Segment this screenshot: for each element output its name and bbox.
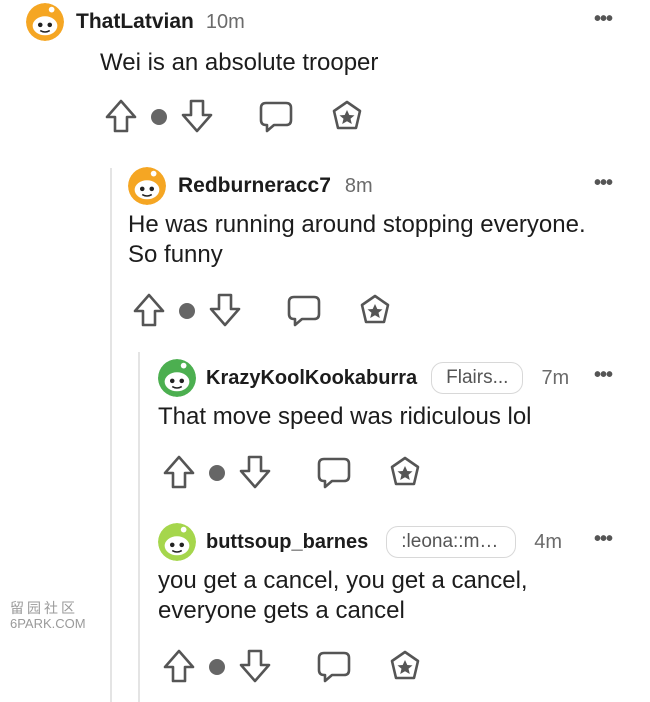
username[interactable]: ThatLatvian [76, 10, 194, 34]
vote-dot-icon [150, 108, 168, 126]
vote-dot-icon [208, 658, 226, 676]
more-options-icon[interactable]: ••• [594, 172, 613, 195]
more-options-icon[interactable]: ••• [594, 528, 613, 551]
reply-bubble-icon[interactable] [286, 294, 322, 328]
comment-header: buttsoup_barnes :leona::mo... 4m [158, 522, 562, 562]
snoo-avatar-icon [128, 167, 166, 205]
avatar[interactable] [158, 359, 196, 397]
comment-text-line: So funny [128, 241, 223, 268]
avatar[interactable] [26, 3, 64, 41]
snoo-avatar-icon [158, 523, 196, 561]
username[interactable]: KrazyKoolKookaburra [206, 367, 417, 390]
comment-1: ThatLatvian 10m ••• Wei is an absolute t… [26, 2, 626, 152]
upvote-arrow-icon[interactable] [162, 454, 196, 490]
more-options-icon[interactable]: ••• [594, 364, 613, 387]
upvote-arrow-icon[interactable] [132, 292, 166, 328]
comment-text-line: That move speed was ridiculous lol [158, 403, 532, 430]
timestamp: 4m [534, 530, 563, 553]
watermark-text: 6PARK.COM [10, 616, 86, 631]
downvote-arrow-icon[interactable] [180, 98, 214, 134]
comment-actions [104, 98, 404, 138]
award-star-icon[interactable] [330, 100, 364, 134]
comment-header: ThatLatvian 10m [26, 2, 245, 42]
watermark: 留园社区 6PARK.COM [10, 600, 86, 632]
username[interactable]: Redburneracc7 [178, 174, 331, 198]
comment-body: Wei is an absolute trooper [100, 48, 620, 78]
comment-header: Redburneracc7 8m [128, 166, 373, 206]
comment-header: KrazyKoolKookaburra Flairs... 7m [158, 358, 569, 398]
username[interactable]: buttsoup_barnes [206, 531, 368, 554]
timestamp: 8m [344, 174, 373, 197]
downvote-arrow-icon[interactable] [238, 454, 272, 490]
comment-2: Redburneracc7 8m ••• He was running arou… [128, 166, 628, 346]
award-star-icon[interactable] [388, 456, 422, 490]
downvote-arrow-icon[interactable] [208, 292, 242, 328]
reply-bubble-icon[interactable] [316, 456, 352, 490]
downvote-arrow-icon[interactable] [238, 648, 272, 684]
comment-actions [162, 454, 462, 494]
user-flair: Flairs... [431, 362, 524, 394]
upvote-arrow-icon[interactable] [104, 98, 138, 134]
comment-3: KrazyKoolKookaburra Flairs... 7m ••• Tha… [158, 358, 628, 508]
reply-bubble-icon[interactable] [316, 650, 352, 684]
snoo-avatar-icon [158, 359, 196, 397]
award-star-icon[interactable] [388, 650, 422, 684]
timestamp: 7m [541, 366, 570, 389]
comment-body: That move speed was ridiculous lol [158, 402, 628, 432]
thread-line-level-2 [138, 352, 140, 702]
comment-text-line: Wei is an absolute trooper [100, 49, 379, 76]
comment-text-line: He was running around stopping everyone. [128, 211, 586, 238]
upvote-arrow-icon[interactable] [162, 648, 196, 684]
timestamp: 10m [205, 10, 245, 33]
comment-text-line: you get a cancel, you get a cancel, [158, 567, 528, 594]
comment-body: you get a cancel, you get a cancel, ever… [158, 566, 628, 626]
comment-4: buttsoup_barnes :leona::mo... 4m ••• you… [158, 522, 628, 702]
user-flair: :leona::mo... [386, 526, 517, 558]
vote-dot-icon [208, 464, 226, 482]
snoo-avatar-icon [26, 3, 64, 41]
more-options-icon[interactable]: ••• [594, 8, 613, 31]
avatar[interactable] [158, 523, 196, 561]
comment-actions [132, 292, 432, 332]
watermark-glyphs: 留园社区 [10, 600, 78, 616]
comment-body: He was running around stopping everyone.… [128, 210, 628, 270]
comment-text-line: everyone gets a cancel [158, 597, 405, 624]
award-star-icon[interactable] [358, 294, 392, 328]
vote-dot-icon [178, 302, 196, 320]
avatar[interactable] [128, 167, 166, 205]
comment-actions [162, 648, 462, 688]
reply-bubble-icon[interactable] [258, 100, 294, 134]
thread-line-level-1 [110, 168, 112, 702]
